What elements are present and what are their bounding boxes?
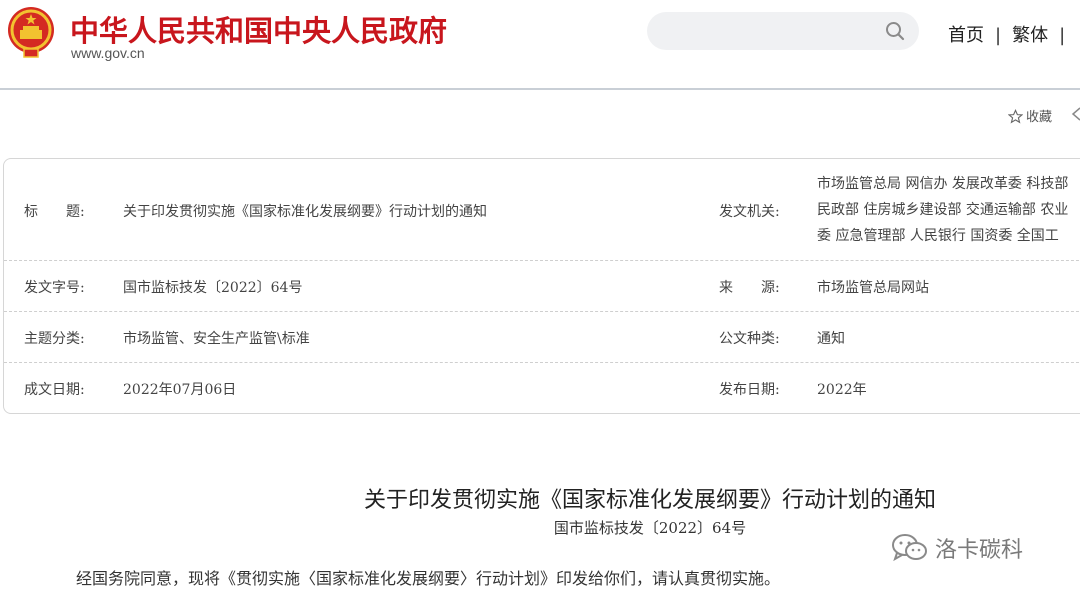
watermark: 洛卡碳科 (891, 532, 1023, 564)
top-nav: 首页 | 繁体 | (948, 21, 1076, 47)
written-date-value: 2022年07月06日 (123, 382, 237, 398)
issuer-line: 民政部 住房城乡建设部 交通运输部 农业 (817, 202, 1069, 218)
info-row-dates: 成文日期: 2022年07月06日 发布日期: 2022年 (4, 362, 1080, 413)
type-label: 公文种类: (719, 331, 780, 347)
source-value: 市场监管总局网站 (817, 280, 929, 296)
source-label: 来 源: (719, 280, 780, 296)
issuer-value: 市场监管总局 网信办 发展改革委 科技部 民政部 住房城乡建设部 交通运输部 农… (817, 171, 1068, 249)
title-label: 标 题: (24, 204, 85, 220)
nav-separator: | (995, 25, 1002, 46)
wechat-icon (892, 534, 927, 562)
info-row-title: 标 题: 关于印发贯彻实施《国家标准化发展纲要》行动计划的通知 发文机关: 市场… (4, 159, 1080, 261)
site-title[interactable]: 中华人民共和国中央人民政府 (70, 8, 447, 50)
nav-traditional[interactable]: 繁体 (1012, 21, 1048, 47)
document-title: 关于印发贯彻实施《国家标准化发展纲要》行动计划的通知 (363, 488, 936, 513)
issuer-label: 发文机关: (719, 204, 780, 220)
star-icon (1007, 109, 1024, 124)
document-info-table: 标 题: 关于印发贯彻实施《国家标准化发展纲要》行动计划的通知 发文机关: 市场… (3, 158, 1080, 414)
type-value: 通知 (817, 331, 845, 347)
search-input[interactable] (647, 12, 919, 50)
site-header: 中华人民共和国中央人民政府 www.gov.cn 首页 | 繁体 | (0, 0, 1080, 90)
topic-value: 市场监管、安全生产监管\标准 (123, 331, 310, 347)
info-row-topic: 主题分类: 市场监管、安全生产监管\标准 公文种类: 通知 (4, 311, 1080, 363)
docno-value: 国市监标技发〔2022〕64号 (123, 280, 303, 296)
national-emblem-icon[interactable] (5, 5, 57, 59)
share-icon[interactable] (1070, 104, 1080, 124)
info-row-docno: 发文字号: 国市监标技发〔2022〕64号 来 源: 市场监管总局网站 (4, 260, 1080, 312)
favorite-label: 收藏 (1026, 110, 1053, 125)
docno-label: 发文字号: (24, 280, 85, 296)
favorite-button[interactable]: 收藏 (1007, 106, 1053, 125)
written-date-label: 成文日期: (24, 382, 85, 398)
search-icon[interactable] (885, 21, 905, 41)
issuer-line: 市场监管总局 网信办 发展改革委 科技部 (817, 176, 1069, 192)
watermark-text: 洛卡碳科 (935, 538, 1024, 563)
nav-separator: | (1059, 25, 1066, 46)
published-date-value: 2022年 (817, 382, 867, 398)
published-date-label: 发布日期: (719, 382, 780, 398)
title-value: 关于印发贯彻实施《国家标准化发展纲要》行动计划的通知 (123, 204, 487, 220)
issuer-line: 委 应急管理部 人民银行 国资委 全国工 (817, 228, 1059, 244)
nav-home[interactable]: 首页 (948, 21, 984, 47)
document-paragraph: 经国务院同意，现将《贯彻实施〈国家标准化发展纲要〉行动计划》印发给你们，请认真贯… (76, 569, 781, 588)
topic-label: 主题分类: (24, 331, 85, 347)
site-url[interactable]: www.gov.cn (71, 45, 145, 61)
